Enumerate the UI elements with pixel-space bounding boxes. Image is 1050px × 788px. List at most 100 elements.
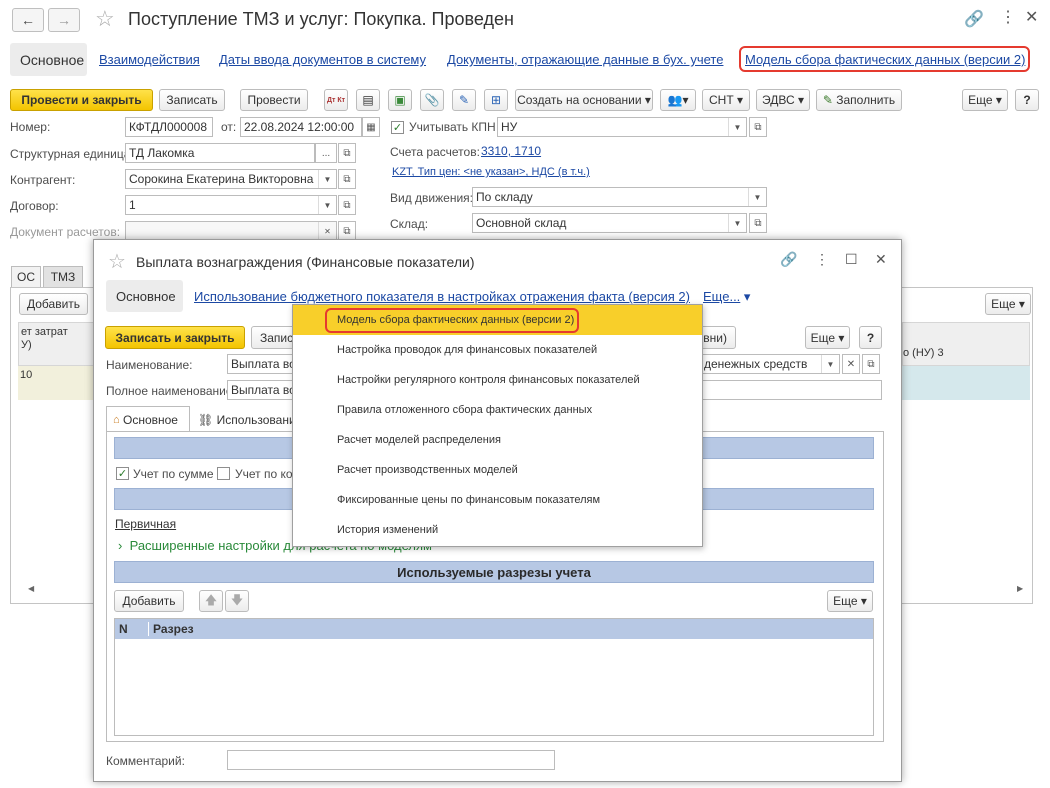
close-icon[interactable]: ✕	[1025, 7, 1038, 27]
chevron-right-icon: ›	[118, 538, 123, 553]
kpn-checkbox[interactable]: ✓	[391, 121, 404, 135]
open-icon[interactable]: ⧉	[862, 354, 880, 374]
link-icon[interactable]: 🔗	[964, 9, 984, 29]
tab-input-dates[interactable]: Даты ввода документов в систему	[219, 52, 426, 67]
hidden-button[interactable]: вни)	[700, 326, 736, 349]
table-row[interactable]	[902, 366, 1030, 400]
inner-tab-usage[interactable]: ⛓ Использовани	[194, 408, 294, 432]
menu-item-history[interactable]: История изменений	[293, 515, 702, 545]
forward-button[interactable]: →	[48, 8, 80, 32]
more-vertical-icon[interactable]: ⋮	[815, 251, 829, 268]
doc-field[interactable]: ✕	[125, 221, 337, 241]
price-info-link[interactable]: KZT, Тип цен: <не указан>, НДС (в т.ч.)	[392, 166, 590, 178]
warehouse-field[interactable]: Основной склад ▼	[472, 213, 747, 233]
comment-field[interactable]	[227, 750, 555, 770]
movement-field[interactable]: По складу ▼	[472, 187, 767, 207]
unit-field[interactable]: ТД Лакомка	[125, 143, 315, 163]
chevron-down-icon[interactable]: ▼	[728, 118, 746, 136]
date-field[interactable]: 22.08.2024 12:00:00	[240, 117, 362, 137]
dialog-tab-main[interactable]: Основное	[106, 280, 183, 312]
open-icon[interactable]: ⧉	[749, 213, 767, 233]
save-and-close-button[interactable]: Записать и закрыть	[105, 326, 245, 349]
contract-field[interactable]: 1 ▼	[125, 195, 337, 215]
menu-item-regular-control[interactable]: Настройки регулярного контроля финансовы…	[293, 365, 702, 395]
accounts-link[interactable]: 3310, 1710	[481, 144, 541, 158]
back-button[interactable]: ←	[12, 8, 44, 32]
chevron-down-icon[interactable]: ▼	[318, 170, 336, 188]
add-button[interactable]: Добавить	[19, 293, 88, 315]
fullname-field[interactable]: Выплата воз	[227, 380, 297, 400]
name-field[interactable]: Выплата воз	[227, 354, 297, 374]
clear-icon[interactable]: ✕	[842, 354, 860, 374]
link-icon[interactable]: 🔗	[780, 251, 797, 268]
post-button[interactable]: Провести	[240, 89, 308, 111]
menu-item-fixed-prices[interactable]: Фиксированные цены по финансовым показат…	[293, 485, 702, 515]
favorite-star-icon[interactable]: ☆	[108, 249, 126, 274]
dialog-more-button-2[interactable]: Еще ▾	[827, 590, 873, 612]
edvs-button[interactable]: ЭДВС ▾	[756, 89, 810, 111]
tab-main[interactable]: Основное	[10, 43, 87, 76]
dtkt-icon[interactable]: Дт Кт	[324, 89, 348, 111]
scroll-left-icon[interactable]: ◀	[28, 584, 34, 593]
open-icon[interactable]: ⧉	[338, 221, 356, 241]
dialog-add-button[interactable]: Добавить	[114, 590, 184, 612]
select-button[interactable]: ...	[315, 143, 337, 163]
tab-os[interactable]: ОС	[11, 266, 41, 288]
number-field[interactable]: КФТДЛ000008	[125, 117, 213, 137]
kpn-field[interactable]: НУ ▼	[497, 117, 747, 137]
primary-link[interactable]: Первичная	[115, 517, 176, 531]
create-based-on-button[interactable]: Создать на основании ▾	[515, 89, 653, 111]
attachment-icon[interactable]: 📎	[420, 89, 444, 111]
move-up-icon[interactable]: 🡅	[199, 590, 223, 612]
name-field-right[interactable]: денежных средств ▼	[700, 354, 840, 374]
scroll-right-icon[interactable]: ▶	[1017, 584, 1023, 593]
open-icon[interactable]: ⧉	[338, 195, 356, 215]
more-button-2[interactable]: Еще ▾	[985, 293, 1031, 315]
open-icon[interactable]: ⧉	[338, 143, 356, 163]
dialog-more-button[interactable]: Еще ▾	[805, 326, 850, 349]
report-icon[interactable]: ▣	[388, 89, 412, 111]
chevron-down-icon[interactable]: ▼	[821, 355, 839, 373]
sum-checkbox[interactable]: ✓	[116, 467, 129, 481]
dialog-more-tabs[interactable]: Еще... ▾	[703, 289, 750, 305]
tab-tmz[interactable]: ТМЗ	[43, 266, 83, 288]
chevron-down-icon[interactable]: ▼	[748, 188, 766, 206]
menu-item-postings[interactable]: Настройка проводок для финансовых показа…	[293, 335, 702, 365]
more-button[interactable]: Еще ▾	[962, 89, 1008, 111]
menu-item-deferred-rules[interactable]: Правила отложенного сбора фактических да…	[293, 395, 702, 425]
qty-checkbox[interactable]	[217, 467, 230, 481]
tab-accounting-docs[interactable]: Документы, отражающие данные в бух. учет…	[447, 52, 723, 67]
menu-item-production[interactable]: Расчет производственных моделей	[293, 455, 702, 485]
open-icon[interactable]: ⧉	[338, 169, 356, 189]
inner-tab-main[interactable]: ⌂ Основное	[106, 406, 190, 432]
favorite-star-icon[interactable]: ☆	[95, 6, 115, 32]
save-button[interactable]: Записать	[159, 89, 225, 111]
help-button[interactable]: ?	[1015, 89, 1039, 111]
calendar-icon[interactable]: ▦	[362, 117, 380, 137]
menu-item-distribution[interactable]: Расчет моделей распределения	[293, 425, 702, 455]
dialog-help-button[interactable]: ?	[859, 326, 882, 349]
contractor-field[interactable]: Сорокина Екатерина Викторовна ▼	[125, 169, 337, 189]
save-button[interactable]: Запис	[251, 326, 295, 349]
tab-fact-model[interactable]: Модель сбора фактических данных (версии …	[745, 52, 1025, 67]
dialog-tab-budget-usage[interactable]: Использование бюджетного показателя в на…	[194, 289, 690, 304]
close-icon[interactable]: ✕	[875, 251, 887, 268]
chevron-down-icon[interactable]: ▼	[728, 214, 746, 232]
fill-button[interactable]: ✎ Заполнить	[816, 89, 902, 111]
more-vertical-icon[interactable]: ⋮	[1000, 7, 1016, 27]
chevron-down-icon[interactable]: ▼	[318, 196, 336, 214]
open-icon[interactable]: ⧉	[749, 117, 767, 137]
edit-doc-icon[interactable]: ✎	[452, 89, 476, 111]
tab-interactions[interactable]: Взаимодействия	[99, 52, 200, 67]
move-down-icon[interactable]: 🡇	[225, 590, 249, 612]
snt-button[interactable]: СНТ ▾	[702, 89, 750, 111]
fullname-field-right[interactable]	[700, 380, 882, 400]
sum-label: Учет по сумме	[133, 467, 214, 481]
maximize-icon[interactable]: ☐	[845, 251, 858, 268]
list-icon[interactable]: ▤	[356, 89, 380, 111]
table-cell[interactable]: 10	[18, 366, 94, 400]
clear-icon[interactable]: ✕	[318, 222, 336, 240]
post-and-close-button[interactable]: Провести и закрыть	[10, 89, 153, 111]
structure-icon[interactable]: ⊞	[484, 89, 508, 111]
users-icon[interactable]: 👥▾	[660, 89, 696, 111]
